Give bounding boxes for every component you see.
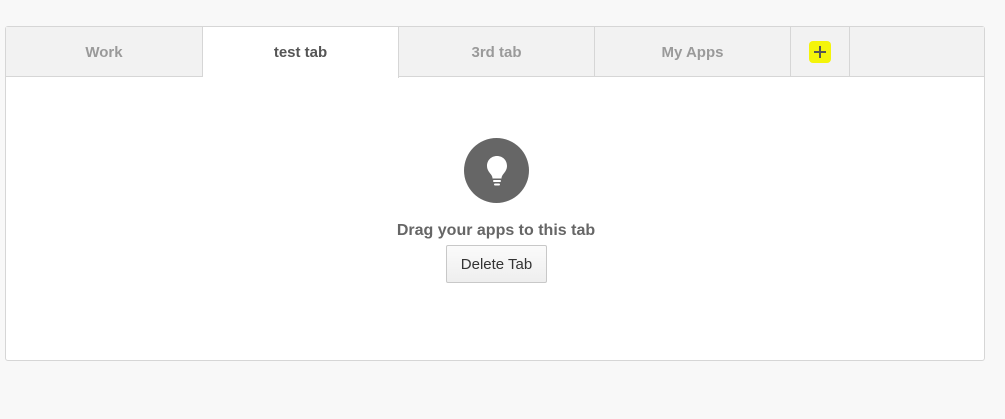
tab-content: Drag your apps to this tab Delete Tab (6, 77, 984, 360)
empty-state-message: Drag your apps to this tab (396, 222, 596, 239)
tab-panel: Work test tab 3rd tab My Apps Drag your … (5, 26, 985, 361)
tab-my-apps[interactable]: My Apps (595, 27, 791, 77)
add-tab-button[interactable] (791, 27, 850, 77)
tab-test-tab[interactable]: test tab (203, 27, 399, 78)
tab-3rd-tab[interactable]: 3rd tab (399, 27, 595, 77)
tab-work[interactable]: Work (6, 27, 203, 77)
plus-icon (809, 41, 831, 63)
tab-bar: Work test tab 3rd tab My Apps (6, 27, 984, 78)
delete-tab-button[interactable]: Delete Tab (446, 245, 547, 283)
lightbulb-icon (464, 138, 529, 203)
